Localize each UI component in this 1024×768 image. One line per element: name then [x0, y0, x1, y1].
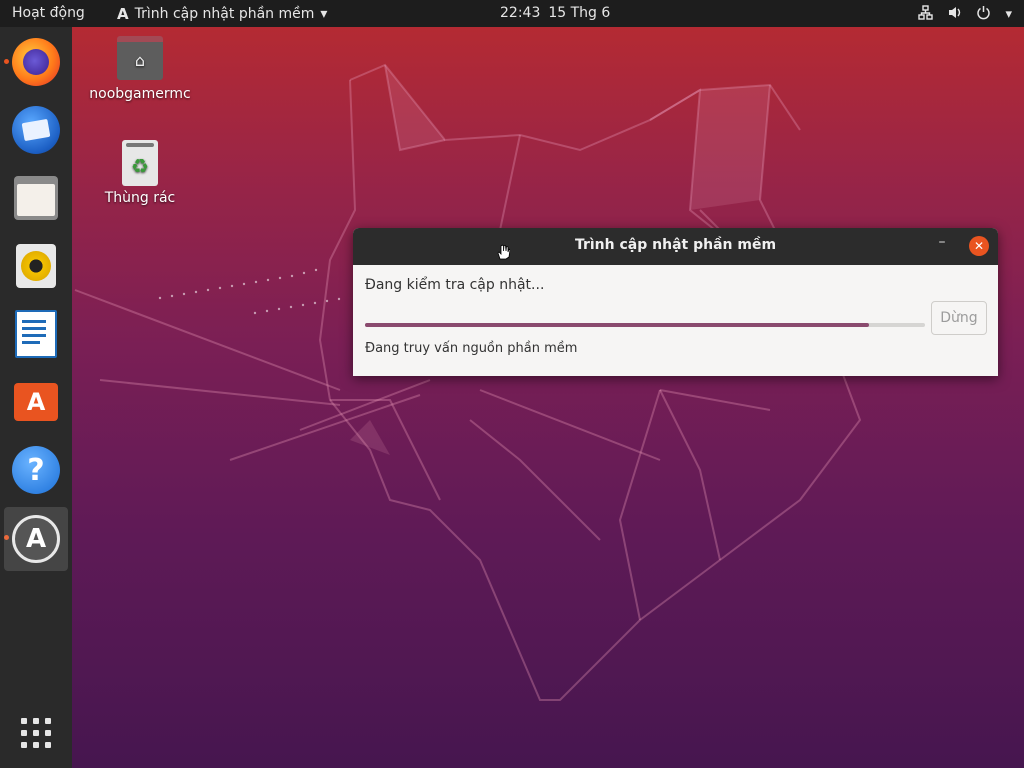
app-menu[interactable]: A Trình cập nhật phần mềm ▾: [117, 5, 327, 23]
clock-time: 22:43: [500, 5, 541, 21]
dialog-header[interactable]: Trình cập nhật phần mềm – ✕: [353, 228, 998, 265]
dock-item-firefox[interactable]: [4, 30, 68, 94]
writer-icon: [15, 310, 57, 358]
power-icon: [976, 5, 991, 24]
substatus-text: Đang truy vấn nguồn phần mềm: [365, 341, 578, 356]
app-menu-label: Trình cập nhật phần mềm: [134, 6, 315, 22]
trash-label: Thùng rác: [104, 190, 176, 206]
clock[interactable]: 22:43 15 Thg 6: [500, 5, 618, 21]
system-tray[interactable]: ▾: [918, 5, 1012, 24]
dock-item-files[interactable]: [4, 166, 68, 230]
close-icon: ✕: [973, 239, 985, 253]
desktop-home-folder[interactable]: ⌂ noobgamermc: [85, 36, 195, 102]
software-updater-icon: A: [117, 5, 129, 23]
dock-item-writer[interactable]: [4, 302, 68, 366]
dialog-title: Trình cập nhật phần mềm: [574, 237, 777, 253]
rhythmbox-icon: [16, 244, 56, 288]
software-icon: A: [14, 383, 58, 421]
status-text: Đang kiểm tra cập nhật...: [365, 277, 545, 293]
software-updater-icon: A: [12, 515, 60, 563]
dock-item-rhythmbox[interactable]: [4, 234, 68, 298]
progress-fill: [365, 323, 869, 327]
show-applications-button[interactable]: [20, 717, 52, 749]
dock-item-thunderbird[interactable]: [4, 98, 68, 162]
volume-icon: [947, 5, 962, 24]
trash-icon: ♻: [122, 140, 158, 186]
dock: A ? A: [0, 27, 72, 768]
dock-item-help[interactable]: ?: [4, 438, 68, 502]
chevron-down-icon: ▾: [1005, 7, 1012, 22]
top-bar: Hoạt động A Trình cập nhật phần mềm ▾ 22…: [0, 0, 1024, 27]
minimize-button[interactable]: –: [932, 234, 952, 256]
network-icon: [918, 5, 934, 24]
close-button[interactable]: ✕: [969, 236, 989, 256]
grid-icon: [21, 718, 51, 748]
dock-item-software-updater[interactable]: A: [4, 507, 68, 571]
chevron-down-icon: ▾: [320, 6, 328, 22]
files-icon: [14, 176, 58, 220]
software-updater-dialog: Trình cập nhật phần mềm – ✕ Đang kiểm tr…: [353, 228, 998, 376]
dock-item-ubuntu-software[interactable]: A: [4, 370, 68, 434]
hand-cursor-icon: [497, 244, 510, 260]
progress-bar: [365, 323, 925, 327]
stop-button[interactable]: Dừng: [931, 301, 987, 335]
help-icon: ?: [12, 446, 60, 494]
home-folder-label: noobgamermc: [89, 86, 191, 102]
firefox-icon: [12, 38, 60, 86]
desktop-trash[interactable]: ♻ Thùng rác: [85, 140, 195, 206]
wallpaper-cat-art: [74, 63, 862, 701]
activities-button[interactable]: Hoạt động: [12, 5, 85, 21]
clock-date: 15 Thg 6: [548, 5, 611, 21]
thunderbird-icon: [12, 106, 60, 154]
home-folder-icon: ⌂: [117, 36, 163, 80]
